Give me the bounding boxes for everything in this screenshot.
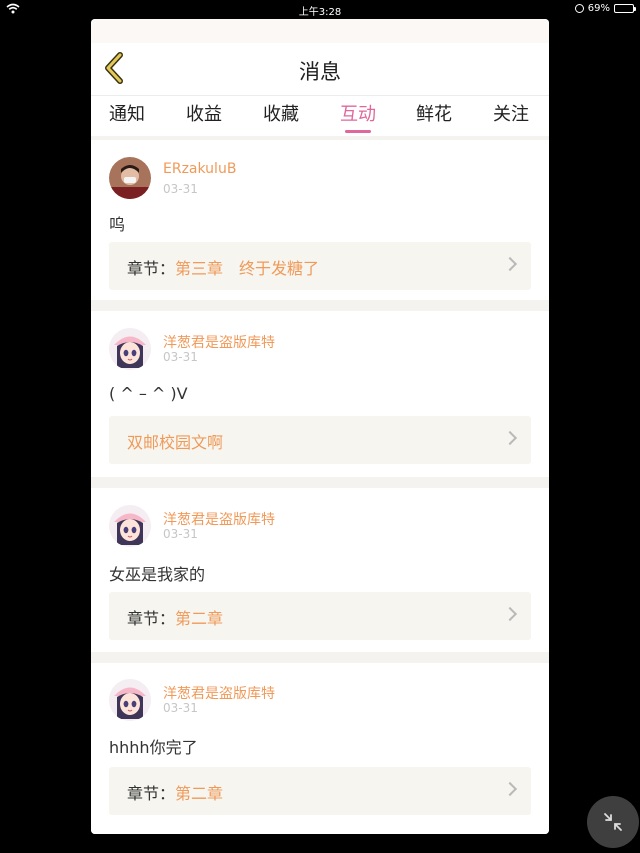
card-separator [91, 652, 549, 663]
reference-link[interactable]: 章节：第二章 [109, 592, 531, 640]
collapse-arrows-icon [604, 813, 622, 831]
anime-avatar-icon [109, 328, 151, 370]
username[interactable]: 洋葱君是盗版库特 [163, 509, 275, 529]
card-separator [91, 300, 549, 311]
status-bar: 上午3:28 69% [0, 0, 640, 18]
anime-avatar-icon [109, 505, 151, 547]
reference-title: 双邮校园文啊 [127, 433, 224, 452]
alarm-icon [574, 4, 584, 13]
comment-text: 呜 [109, 215, 126, 234]
header: 消息 [91, 43, 549, 95]
comment-text: hhhh你完了 [109, 738, 198, 757]
top-strip [91, 19, 549, 43]
reference-prefix: 章节： [127, 784, 176, 803]
message-date: 03-31 [163, 182, 198, 196]
avatar[interactable] [109, 328, 151, 370]
tab-bar: 通知 收益 收藏 互动 鲜花 关注 [91, 95, 549, 136]
anime-avatar-icon [109, 679, 151, 721]
tab-following[interactable]: 关注 [493, 100, 529, 126]
reference-link[interactable]: 章节：第三章 终于发糖了 [109, 242, 531, 290]
chevron-right-icon [502, 781, 518, 797]
comment-text: ( ^ – ^ )V [109, 384, 188, 403]
collapse-button[interactable] [587, 796, 639, 848]
app-window: 消息 通知 收益 收藏 互动 鲜花 关注 ERzakuluB 03-31 呜 章… [91, 19, 549, 834]
chevron-right-icon [502, 430, 518, 446]
reference-link[interactable]: 章节：第二章 [109, 767, 531, 815]
avatar[interactable] [109, 679, 151, 721]
user-photo-icon [109, 157, 151, 199]
reference-title: 第三章 终于发糖了 [175, 259, 320, 278]
battery-percent: 69% [587, 3, 610, 14]
tab-earnings[interactable]: 收益 [186, 100, 222, 126]
avatar[interactable] [109, 157, 151, 199]
message-card: 洋葱君是盗版库特 03-31 hhhh你完了 章节：第二章 [91, 663, 549, 834]
tab-interactions[interactable]: 互动 [340, 100, 376, 133]
battery-icon [614, 4, 636, 13]
message-date: 03-31 [163, 701, 198, 715]
message-list: ERzakuluB 03-31 呜 章节：第三章 终于发糖了 洋葱君是盗版库特 … [91, 140, 549, 834]
page-title: 消息 [299, 60, 341, 84]
username[interactable]: ERzakuluB [163, 161, 236, 177]
comment-text: 女巫是我家的 [109, 565, 206, 584]
chevron-right-icon [502, 606, 518, 622]
reference-title: 第二章 [175, 784, 224, 803]
username[interactable]: 洋葱君是盗版库特 [163, 683, 275, 703]
message-card: 洋葱君是盗版库特 03-31 ( ^ – ^ )V 双邮校园文啊 [91, 311, 549, 477]
avatar[interactable] [109, 505, 151, 547]
tab-notifications[interactable]: 通知 [109, 100, 145, 126]
chevron-right-icon [502, 256, 518, 272]
reference-prefix: 章节： [127, 609, 176, 628]
tab-flowers[interactable]: 鲜花 [416, 100, 452, 126]
card-separator [91, 477, 549, 488]
status-time: 上午3:28 [298, 7, 342, 18]
reference-title: 第二章 [175, 609, 224, 628]
message-date: 03-31 [163, 527, 198, 541]
reference-prefix: 章节： [127, 259, 176, 278]
message-card: ERzakuluB 03-31 呜 章节：第三章 终于发糖了 [91, 140, 549, 300]
username[interactable]: 洋葱君是盗版库特 [163, 332, 275, 352]
message-card: 洋葱君是盗版库特 03-31 女巫是我家的 章节：第二章 [91, 488, 549, 652]
message-date: 03-31 [163, 350, 198, 364]
reference-link[interactable]: 双邮校园文啊 [109, 416, 531, 464]
tab-favorites[interactable]: 收藏 [263, 100, 299, 126]
